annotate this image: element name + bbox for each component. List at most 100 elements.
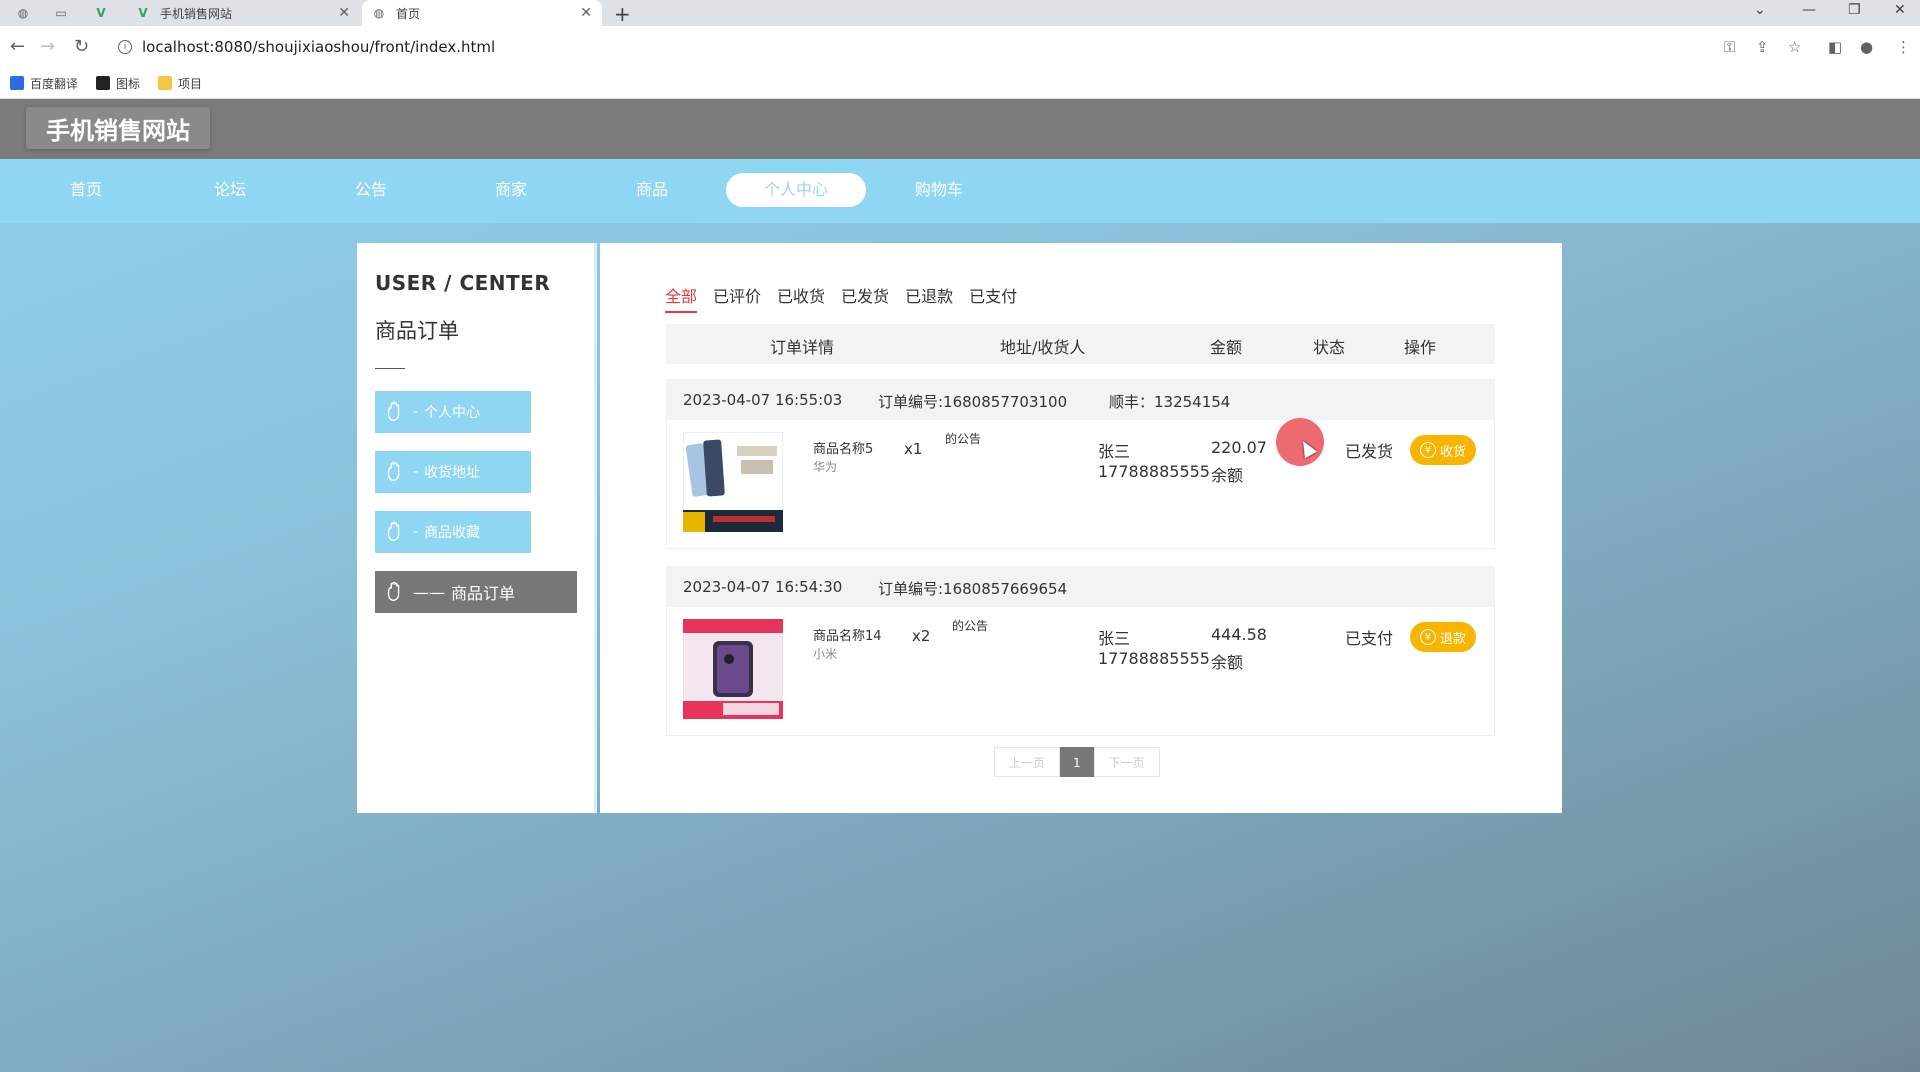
forward-arrow-icon[interactable]: → — [40, 36, 55, 57]
share-icon[interactable]: ⇪ — [1756, 38, 1769, 56]
browser-toolbar: ← → ↻ i localhost:8080/shoujixiaoshou/fr… — [0, 26, 1920, 68]
pagination: 上一页 1 下一页 — [994, 747, 1160, 777]
nav-user-center[interactable]: 个人中心 — [726, 173, 866, 207]
product-name[interactable]: 商品名称14 — [813, 625, 882, 644]
product-qty: x1 — [904, 440, 923, 458]
globe-icon[interactable]: ◍ — [14, 4, 32, 22]
col-status: 状态 — [1313, 338, 1346, 357]
refund-button[interactable]: ¥ 退款 — [1410, 622, 1476, 652]
back-arrow-icon[interactable]: ← — [10, 36, 25, 57]
menu-personal-center[interactable]: - 个人中心 — [375, 391, 531, 433]
product-qty: x2 — [912, 627, 931, 645]
reload-icon[interactable]: ↻ — [74, 36, 89, 57]
page-number[interactable]: 1 — [1060, 747, 1094, 777]
folder-icon — [158, 76, 173, 90]
tab-home[interactable]: ◍ 首页 ✕ — [362, 0, 602, 26]
hand-icon — [387, 401, 400, 421]
yen-icon: ¥ — [1419, 629, 1436, 645]
info-icon[interactable]: i — [118, 40, 132, 54]
order-time: 2023-04-07 16:54:30 — [683, 578, 843, 596]
nav-product[interactable]: 商品 — [582, 173, 722, 207]
tab-search-icon[interactable]: ⌄ — [1754, 2, 1766, 18]
receiver-name: 张三 — [1098, 629, 1131, 648]
window-close-button[interactable]: ✕ — [1894, 2, 1906, 18]
bookmark-label: 百度翻译 — [30, 76, 79, 91]
dash: - — [413, 524, 419, 540]
next-page-button[interactable]: 下一页 — [1093, 747, 1160, 777]
nav-forum[interactable]: 论坛 — [160, 173, 300, 207]
bookmark-label: 图标 — [116, 76, 141, 91]
site-logo[interactable]: 手机销售网站 — [26, 107, 210, 149]
filter-paid[interactable]: 已支付 — [969, 283, 1017, 313]
side-panel-icon[interactable]: ◧ — [1828, 38, 1842, 56]
button-label: 退款 — [1439, 631, 1466, 647]
order-body: 商品名称14 小米 x2 的公告 张三 17788885555 444.58 余… — [667, 607, 1494, 737]
nav-notice[interactable]: 公告 — [301, 173, 441, 207]
order-number: 订单编号:1680857703100 — [878, 393, 1068, 411]
user-center-sidebar: USER / CENTER 商品订单 - 个人中心 - 收货地址 - 商品收藏 … — [357, 243, 597, 813]
filter-reviewed[interactable]: 已评价 — [713, 283, 761, 313]
image-icon — [96, 76, 111, 90]
menu-kebab-icon[interactable]: ⋮ — [1896, 38, 1911, 56]
order-card: 2023-04-07 16:55:03 订单编号:1680857703100 顺… — [666, 379, 1495, 549]
dash: —— — [413, 582, 445, 602]
menu-orders[interactable]: —— 商品订单 — [375, 571, 577, 613]
product-image[interactable] — [683, 619, 783, 719]
col-amount: 金额 — [1210, 338, 1243, 357]
vue-icon[interactable]: V — [92, 4, 110, 22]
tab-shop-site[interactable]: V 手机销售网站 ✕ — [126, 0, 360, 26]
hand-icon — [387, 461, 400, 481]
url-text: localhost:8080/shoujixiaoshou/front/inde… — [142, 38, 496, 56]
site-header: 手机销售网站 — [0, 99, 1920, 159]
nav-merchant[interactable]: 商家 — [441, 173, 581, 207]
order-status: 已发货 — [1345, 442, 1394, 461]
key-icon[interactable]: ⚿ — [1724, 38, 1735, 56]
tab-title: 手机销售网站 — [160, 6, 233, 21]
menu-label: 收货地址 — [424, 465, 481, 481]
orders-panel: 全部 已评价 已收货 已发货 已退款 已支付 订单详情 地址/收货人 金额 状态… — [600, 243, 1562, 813]
nav-cart[interactable]: 购物车 — [869, 173, 1009, 207]
address-bar[interactable]: i localhost:8080/shoujixiaoshou/front/in… — [108, 32, 1708, 62]
translate-icon — [10, 76, 24, 90]
order-logistics: 顺丰：13254154 — [1109, 393, 1231, 411]
filter-refunded[interactable]: 已退款 — [905, 283, 953, 313]
restore-button[interactable]: ❐ — [1848, 2, 1861, 18]
new-tab-button[interactable]: + — [614, 2, 631, 26]
col-address: 地址/收货人 — [1000, 338, 1086, 357]
filter-all[interactable]: 全部 — [665, 283, 698, 313]
order-filter-tabs: 全部 已评价 已收货 已发货 已退款 已支付 — [665, 283, 1017, 313]
profile-icon[interactable]: ● — [1860, 38, 1873, 56]
divider — [375, 368, 405, 369]
blank-tab-icon[interactable]: ▭ — [52, 4, 70, 22]
tab-title: 首页 — [396, 6, 421, 21]
bookmark-baidu-translate[interactable]: 百度翻译 — [10, 75, 78, 92]
menu-label: 商品订单 — [451, 584, 516, 603]
star-icon[interactable]: ☆ — [1788, 38, 1801, 56]
bookmark-label: 项目 — [178, 76, 203, 91]
col-action: 操作 — [1404, 338, 1437, 357]
filter-received[interactable]: 已收货 — [777, 283, 825, 313]
dash: - — [413, 404, 419, 420]
order-amount: 444.58 — [1211, 625, 1267, 644]
product-notice: 的公告 — [952, 619, 989, 633]
filter-shipped[interactable]: 已发货 — [841, 283, 889, 313]
close-icon[interactable]: ✕ — [580, 5, 592, 21]
bookmark-icons[interactable]: 图标 — [96, 75, 140, 92]
nav-home[interactable]: 首页 — [16, 173, 156, 207]
menu-shipping-address[interactable]: - 收货地址 — [375, 451, 531, 493]
menu-favorites[interactable]: - 商品收藏 — [375, 511, 531, 553]
close-icon[interactable]: ✕ — [338, 5, 350, 21]
order-card: 2023-04-07 16:54:30 订单编号:1680857669654 商… — [666, 566, 1495, 736]
col-order-detail: 订单详情 — [770, 338, 835, 357]
receive-button[interactable]: ¥ 收货 — [1410, 435, 1476, 465]
bookmark-project[interactable]: 项目 — [158, 75, 202, 92]
prev-page-button[interactable]: 上一页 — [994, 747, 1061, 777]
dash: - — [413, 464, 419, 480]
bookmarks-bar: 百度翻译 图标 项目 — [0, 68, 1920, 99]
receiver-name: 张三 — [1098, 442, 1131, 461]
product-name[interactable]: 商品名称5 — [813, 438, 873, 457]
button-label: 收货 — [1439, 444, 1466, 460]
product-image[interactable] — [683, 432, 783, 532]
order-header: 2023-04-07 16:55:03 订单编号:1680857703100 顺… — [667, 380, 1494, 420]
minimize-button[interactable]: — — [1802, 2, 1816, 18]
